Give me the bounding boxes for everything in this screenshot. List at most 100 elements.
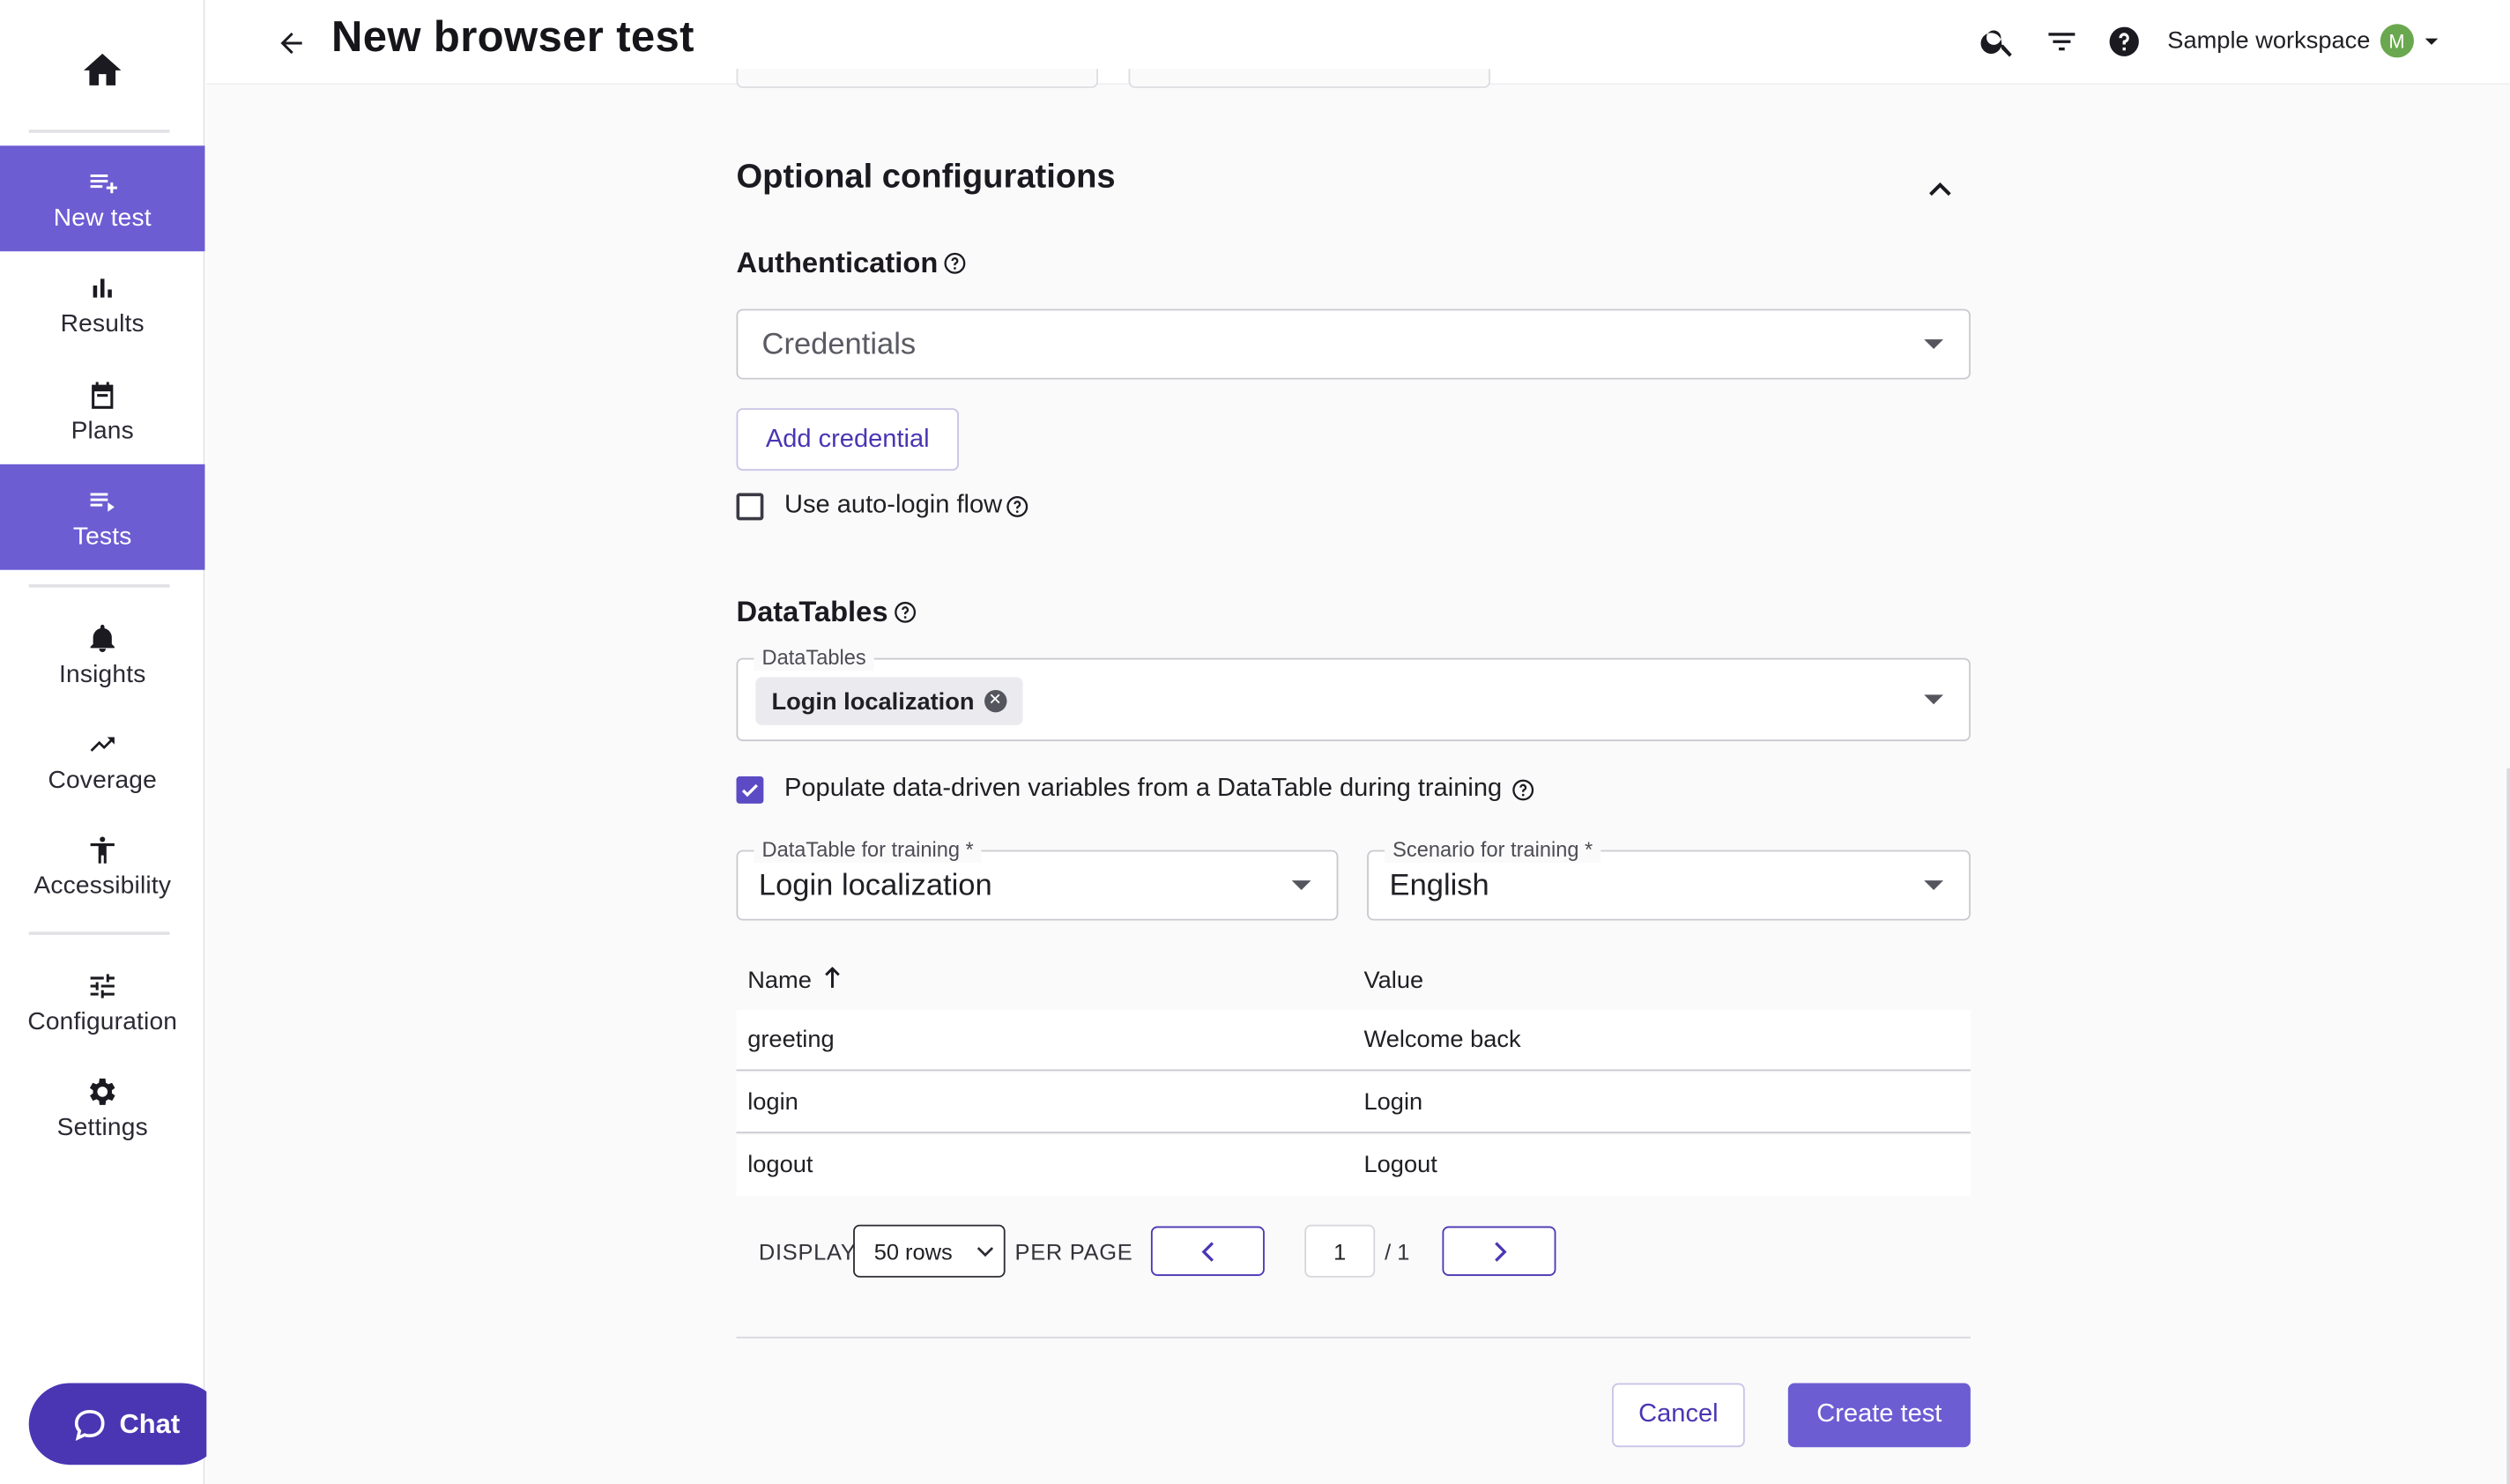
rows-per-page-value: 50 rows (873, 1238, 953, 1265)
column-header-value[interactable]: Value (1363, 967, 1423, 994)
sidebar-item-configuration[interactable]: Configuration (0, 949, 204, 1055)
datatable-training-label: DataTable for training * (754, 837, 982, 864)
sidebar-item-label: Settings (56, 1114, 148, 1142)
bell-icon (86, 620, 118, 658)
optional-configurations-title: Optional configurations (736, 158, 1116, 196)
sidebar-item-results[interactable]: Results (0, 251, 204, 357)
page-title: New browser test (330, 12, 694, 62)
datatables-title: DataTables (736, 596, 917, 629)
populate-checkbox[interactable] (736, 775, 764, 804)
sidebar-item-tests[interactable]: Tests (0, 464, 205, 570)
datatables-select[interactable]: DataTables Login localization ✕ (736, 645, 1971, 742)
caret-down-icon (2425, 37, 2438, 44)
chat-button[interactable]: Chat (28, 1383, 223, 1465)
sidebar-item-label: Results (60, 310, 145, 338)
sidebar-item-plans[interactable]: Plans (0, 359, 204, 464)
page-total: / 1 (1385, 1239, 1410, 1265)
accessibility-icon (86, 831, 118, 870)
authentication-title-text: Authentication (736, 246, 939, 279)
sort-ascending-icon (825, 966, 841, 988)
help-outline-icon[interactable] (1511, 777, 1535, 801)
datatables-field-label: DataTables (754, 645, 874, 672)
home-icon (84, 53, 122, 85)
table-row: greeting Welcome back (736, 1010, 1971, 1072)
sidebar-item-label: Coverage (48, 767, 157, 795)
scrollbar-track[interactable] (2506, 768, 2510, 1484)
next-page-button[interactable] (1442, 1226, 1556, 1276)
add-credential-button[interactable]: Add credential (736, 408, 959, 471)
sidebar-item-label: Insights (59, 661, 146, 689)
sidebar-item-coverage[interactable]: Coverage (0, 708, 204, 813)
remove-chip-icon[interactable]: ✕ (984, 689, 1006, 713)
credentials-select[interactable]: Credentials (736, 308, 1971, 380)
previous-page-button[interactable] (1150, 1226, 1265, 1276)
table-row: logout Logout (736, 1134, 1971, 1197)
sidebar-item-label: Plans (71, 418, 134, 446)
chevron-up-icon (1929, 182, 1951, 197)
auto-login-row: Use auto-login flow (736, 492, 1029, 521)
footer-divider (736, 1336, 1971, 1339)
back-button[interactable] (271, 22, 312, 63)
sidebar-item-new-test[interactable]: New test (0, 145, 205, 252)
scenario-training-select[interactable]: Scenario for training * English (1367, 837, 1971, 921)
sidebar-item-settings[interactable]: Settings (0, 1055, 204, 1161)
partial-input (1128, 69, 1490, 88)
playlist-play-icon (85, 482, 120, 521)
help-outline-icon[interactable] (1006, 493, 1029, 517)
authentication-title: Authentication (736, 247, 967, 280)
auto-login-label: Use auto-login flow (783, 491, 1003, 519)
datatable-training-select[interactable]: DataTable for training * Login localizat… (736, 837, 1339, 921)
help-outline-icon[interactable] (893, 600, 917, 624)
sidebar-item-insights[interactable]: Insights (0, 602, 204, 708)
display-label: DISPLAY (758, 1239, 857, 1265)
collapse-button[interactable] (1916, 168, 1964, 210)
cell-value: Logout (1363, 1151, 1437, 1179)
column-header-name-text: Name (747, 967, 812, 995)
chat-label: Chat (119, 1407, 181, 1439)
workspace-name: Sample workspace (2167, 26, 2371, 55)
datatable-chip: Login localization ✕ (755, 677, 1023, 725)
sidebar-item-label: Tests (72, 523, 132, 551)
workspace-switcher[interactable]: Sample workspace M (2167, 24, 2439, 58)
cell-value: Welcome back (1363, 1026, 1521, 1054)
chevron-down-icon (977, 1247, 994, 1258)
sidebar: New test Results Plans Tests Insights Co… (0, 0, 223, 1484)
sidebar-item-accessibility[interactable]: Accessibility (0, 813, 204, 919)
create-test-button[interactable]: Create test (1787, 1383, 1971, 1448)
cell-value: Login (1363, 1088, 1423, 1117)
scenario-training-label: Scenario for training * (1385, 837, 1601, 864)
help-button[interactable] (2104, 21, 2145, 63)
datatable-training-value: Login localization (758, 869, 992, 903)
table-header: Name Value (736, 962, 1970, 1010)
home-button[interactable] (0, 29, 204, 112)
search-icon (1980, 30, 2012, 57)
rows-per-page-select[interactable]: 50 rows (853, 1224, 1006, 1278)
sidebar-item-label: Accessibility (33, 872, 172, 900)
dropdown-arrow-icon (1924, 880, 1943, 891)
sidebar-divider (28, 130, 170, 133)
gear-icon (85, 1072, 120, 1111)
auto-login-checkbox[interactable] (736, 492, 764, 520)
chip-label: Login localization (771, 687, 975, 716)
help-outline-icon[interactable] (943, 251, 967, 275)
column-header-name[interactable]: Name (747, 966, 843, 995)
dropdown-arrow-icon (1924, 339, 1943, 350)
populate-label: Populate data-driven variables from a Da… (783, 775, 1503, 803)
table-row: login Login (736, 1072, 1971, 1134)
sidebar-item-label: Configuration (27, 1008, 178, 1036)
chevron-left-icon (1200, 1241, 1214, 1261)
bar-chart-icon (86, 269, 118, 308)
sidebar-divider (28, 931, 170, 935)
filter-button[interactable] (2041, 21, 2083, 63)
trending-up-icon (85, 725, 120, 764)
page-number-input[interactable]: 1 (1304, 1224, 1376, 1278)
sidebar-item-label: New test (53, 204, 152, 233)
tune-icon (85, 967, 120, 1005)
dropdown-arrow-icon (1924, 694, 1943, 705)
cancel-button[interactable]: Cancel (1612, 1383, 1745, 1448)
avatar: M (2380, 24, 2414, 58)
filter-icon (2048, 33, 2076, 51)
search-button[interactable] (1977, 21, 2018, 63)
cell-name: logout (747, 1151, 813, 1179)
playlist-add-icon (85, 163, 120, 202)
